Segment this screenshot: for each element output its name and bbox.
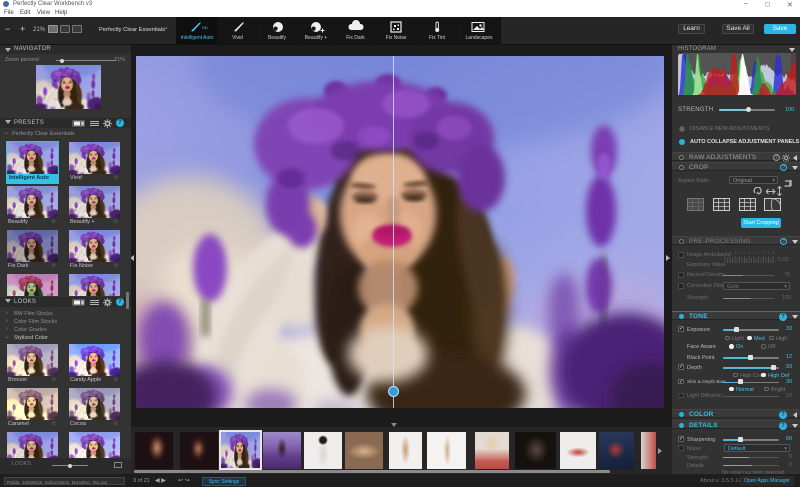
svg-text:-5: -5 — [723, 251, 726, 255]
svg-text:-1: -1 — [743, 251, 746, 255]
svg-text:-4: -4 — [728, 251, 731, 255]
svg-text:-3: -3 — [733, 251, 736, 255]
svg-text:5: 5 — [772, 251, 774, 255]
svg-text:2: 2 — [758, 251, 760, 255]
svg-text:1: 1 — [753, 251, 755, 255]
svg-text:3: 3 — [763, 251, 765, 255]
svg-text:HD: HD — [202, 25, 208, 30]
svg-text:0: 0 — [748, 251, 750, 255]
svg-text:-2: -2 — [738, 251, 741, 255]
svg-text:4: 4 — [768, 251, 770, 255]
